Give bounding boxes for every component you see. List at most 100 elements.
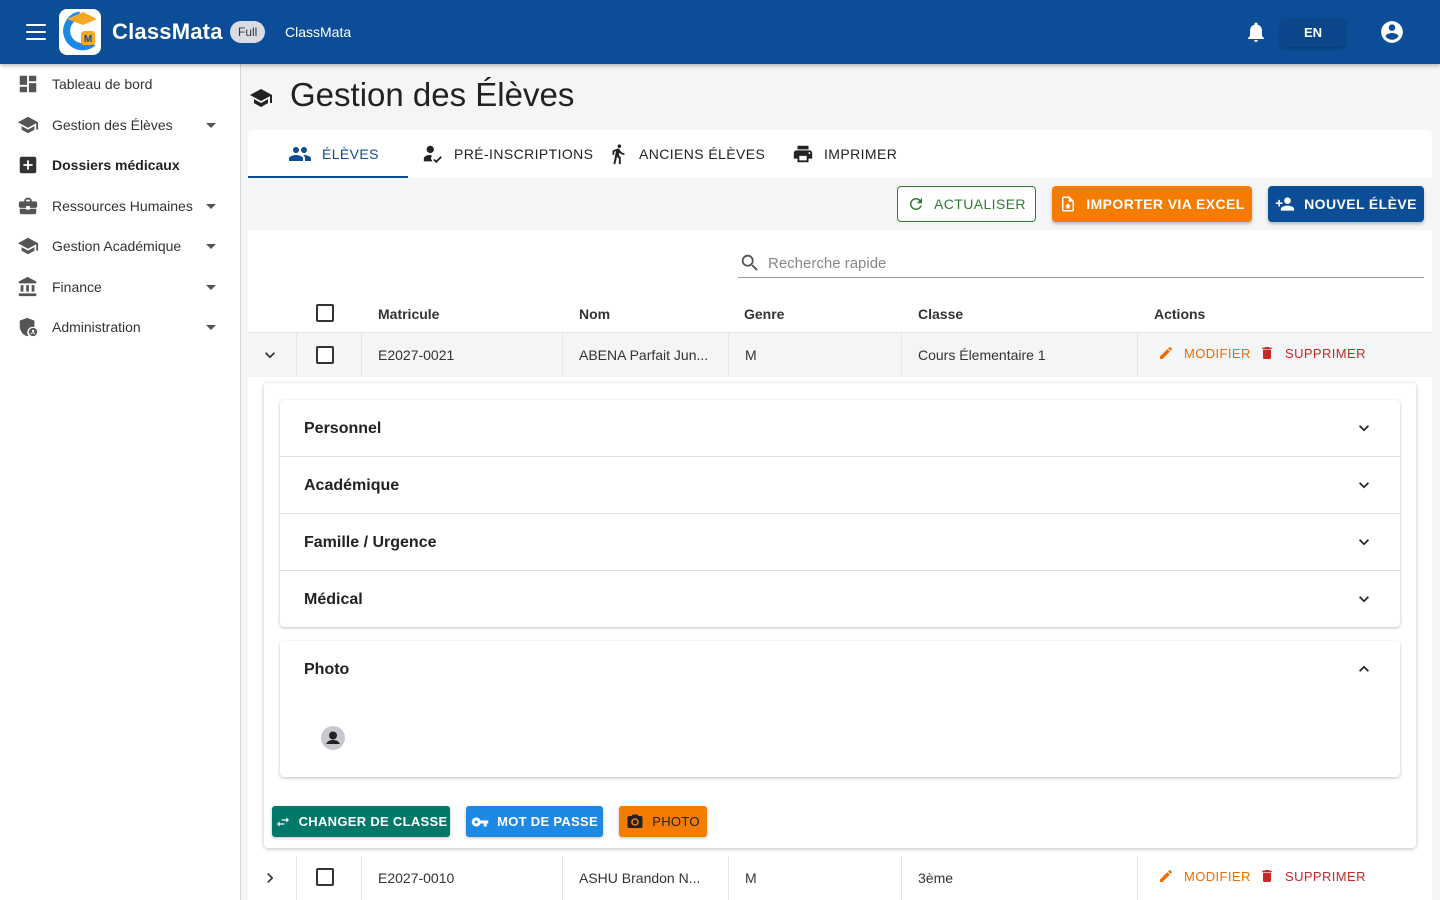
pencil-icon [1160, 869, 1173, 882]
cell-gender: M [745, 347, 757, 363]
accordion-medical[interactable]: Médical [280, 571, 1400, 628]
chevron-down-icon [1359, 596, 1369, 603]
caret-down-icon [206, 243, 216, 249]
sidebar-item-hr[interactable]: Ressources Humaines [0, 186, 240, 226]
cell-class: Cours Élementaire 1 [918, 347, 1046, 363]
search-icon [741, 254, 758, 271]
new-student-button[interactable]: NOUVEL ÉLÈVE [1268, 186, 1424, 222]
column-header-actions: Actions [1154, 306, 1206, 322]
refresh-button[interactable]: ACTUALISER [897, 186, 1036, 222]
tab-label: IMPRIMER [824, 146, 898, 162]
pencil-icon [1160, 346, 1173, 359]
column-header-matricule[interactable]: Matricule [378, 306, 439, 322]
accordion-academic[interactable]: Académique [280, 457, 1400, 514]
delete-button[interactable]: SUPPRIMER [1259, 345, 1366, 361]
caret-down-icon [206, 203, 216, 209]
photo-button[interactable]: PHOTO [619, 806, 707, 837]
accordion-photo: Photo [280, 641, 1400, 777]
medical-icon [19, 156, 37, 174]
import-label: IMPORTER VIA EXCEL [1086, 196, 1245, 212]
svg-text:M: M [84, 34, 92, 45]
chevron-right-icon[interactable] [260, 868, 280, 888]
sidebar-item-dashboard[interactable]: Tableau de bord [0, 64, 240, 104]
menu-icon[interactable] [26, 24, 46, 40]
new-student-label: NOUVEL ÉLÈVE [1304, 196, 1417, 212]
cell-name: ABENA Parfait Jun... [579, 347, 709, 363]
school-icon [17, 237, 39, 255]
password-button[interactable]: MOT DE PASSE [466, 806, 603, 837]
photo-label: PHOTO [652, 814, 700, 829]
table-row[interactable]: E2027-0010 ASHU Brandon N... M 3ème MODI… [248, 856, 1432, 900]
walking-person-icon [612, 144, 625, 165]
sidebar-item-students[interactable]: Gestion des Élèves [0, 105, 240, 145]
change-class-label: CHANGER DE CLASSE [298, 814, 448, 829]
cell-divider [728, 333, 729, 377]
sidebar-item-academic[interactable]: Gestion Académique [0, 226, 240, 266]
tab-students[interactable]: ÉLÈVES [288, 130, 379, 178]
school-icon [250, 89, 272, 107]
cell-divider [361, 333, 362, 377]
cell-name: ASHU Brandon N... [579, 870, 701, 886]
cell-gender: M [745, 870, 757, 886]
plan-badge: Full [230, 21, 266, 43]
search-input[interactable] [768, 250, 1423, 278]
edit-button[interactable]: MODIFIER [1158, 345, 1251, 361]
chevron-down-icon [1359, 425, 1369, 432]
cell-divider [728, 856, 729, 900]
sidebar-item-medical[interactable]: Dossiers médicaux [0, 145, 240, 185]
tab-alumni[interactable]: ANCIENS ÉLÈVES [607, 130, 765, 178]
language-button[interactable]: EN [1281, 19, 1345, 47]
column-header-class[interactable]: Classe [918, 306, 963, 322]
sidebar-item-label: Finance [52, 279, 102, 295]
edit-button[interactable]: MODIFIER [1158, 868, 1251, 884]
table-row[interactable]: E2027-0021 ABENA Parfait Jun... M Cours … [248, 333, 1432, 377]
chevron-down-icon[interactable] [260, 345, 280, 365]
tab-print[interactable]: IMPRIMER [792, 130, 897, 178]
tab-label: ANCIENS ÉLÈVES [639, 146, 766, 162]
avatar [321, 726, 345, 750]
cell-divider [901, 333, 902, 377]
student-detail-panel: Personnel Académique Famille / Urgence M… [264, 383, 1416, 848]
person-check-icon [423, 145, 442, 164]
sidebar-item-label: Dossiers médicaux [52, 157, 180, 173]
school-name: ClassMata [285, 24, 352, 40]
accordion-family-emergency[interactable]: Famille / Urgence [280, 514, 1400, 571]
select-all-checkbox[interactable] [316, 304, 334, 322]
accordion-label: Famille / Urgence [304, 534, 437, 551]
bell-icon[interactable] [1244, 20, 1268, 44]
delete-button[interactable]: SUPPRIMER [1259, 868, 1366, 884]
row-checkbox[interactable] [316, 868, 334, 886]
import-excel-button[interactable]: IMPORTER VIA EXCEL [1052, 186, 1252, 222]
account-circle-icon[interactable] [1379, 19, 1405, 45]
column-header-gender[interactable]: Genre [744, 306, 784, 322]
people-icon [289, 147, 311, 161]
refresh-icon [910, 198, 923, 210]
caret-down-icon [206, 122, 216, 128]
row-checkbox[interactable] [316, 346, 334, 364]
accordion-label: Personnel [304, 420, 382, 437]
students-table-panel: Matricule Nom Genre Classe Actions E2027… [248, 230, 1432, 900]
file-upload-icon [1062, 196, 1075, 212]
chevron-up-icon[interactable] [1354, 659, 1374, 679]
caret-down-icon [206, 284, 216, 290]
app-bar: M ClassMata Full ClassMata EN [0, 0, 1440, 64]
accordion-personnel[interactable]: Personnel [280, 400, 1400, 457]
trash-icon [1262, 870, 1272, 882]
accordion-label[interactable]: Photo [304, 661, 349, 679]
accordion-label: Académique [304, 477, 400, 494]
edit-label: MODIFIER [1184, 345, 1251, 361]
sidebar-item-label: Gestion Académique [52, 238, 182, 254]
dashboard-icon [19, 75, 37, 93]
sidebar-item-finance[interactable]: Finance [0, 267, 240, 307]
person-add-icon [1275, 197, 1295, 211]
column-header-name[interactable]: Nom [579, 306, 610, 322]
sidebar-item-label: Administration [52, 319, 141, 335]
caret-down-icon [206, 324, 216, 330]
cell-divider [296, 333, 297, 377]
sidebar-item-administration[interactable]: Administration [0, 307, 240, 347]
change-class-button[interactable]: CHANGER DE CLASSE [272, 806, 450, 837]
briefcase-icon [18, 197, 38, 215]
tab-pre-registrations[interactable]: PRÉ-INSCRIPTIONS [422, 130, 593, 178]
cell-divider [562, 333, 563, 377]
sidebar: Tableau de bord Gestion des Élèves Dossi… [0, 64, 241, 900]
